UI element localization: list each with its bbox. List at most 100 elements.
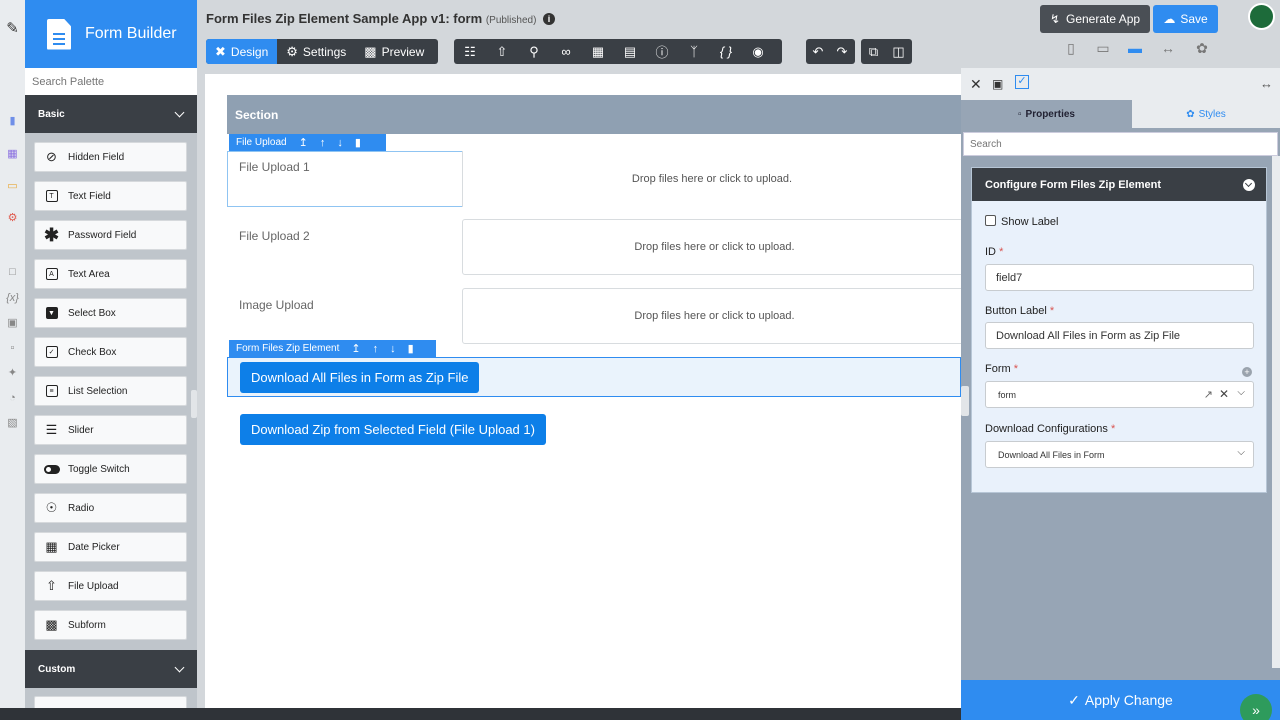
palette-item-radio[interactable]: ☉ Radio xyxy=(34,493,187,523)
generate-app-button[interactable]: ↯ Generate App xyxy=(1040,5,1150,33)
palette-item-select-box[interactable]: ▼ Select Box xyxy=(34,298,187,328)
tab-preview[interactable]: ▩ Preview xyxy=(355,39,433,64)
palette-item-check-box[interactable]: ✓ Check Box xyxy=(34,337,187,367)
dashboard-icon[interactable]: ◔ xyxy=(5,390,20,405)
palette-item-label: Radio xyxy=(68,502,95,514)
table-icon[interactable]: ▦ xyxy=(5,146,20,161)
monitor-icon[interactable]: ▭ xyxy=(5,178,20,193)
copy-icon[interactable]: ⧉ xyxy=(861,39,886,64)
undo-icon[interactable]: ↶ xyxy=(806,39,830,64)
variable-icon[interactable]: {x} xyxy=(5,290,20,305)
edit-icon[interactable]: ✎ xyxy=(5,20,20,37)
language-icon[interactable]: ▤ xyxy=(614,39,646,64)
palette-panel: Basic ⊘ Hidden Field T Text Field ✱ Passwor… xyxy=(25,95,197,720)
dropzone-file-upload-1[interactable]: Drop files here or click to upload. xyxy=(462,151,961,207)
tab-properties[interactable]: ▫ Properties xyxy=(961,100,1132,128)
tablet-view-icon[interactable]: ▭ xyxy=(1091,40,1115,57)
form-select[interactable]: form ↗ ✕ ⌵ xyxy=(985,381,1254,408)
button-label-input[interactable]: Download All Files in Form as Zip File xyxy=(985,322,1254,349)
download-config-select[interactable]: Download All Files in Form ⌵ xyxy=(985,441,1254,468)
palette-item-label: Subform xyxy=(68,619,106,631)
arrow-up-icon[interactable]: ↑ xyxy=(320,137,326,149)
flow-icon[interactable]: ⚙ xyxy=(5,210,20,225)
palette-color-icon[interactable]: ✿ xyxy=(1190,40,1214,57)
palette-category-custom[interactable]: Custom xyxy=(25,650,197,688)
move-up-icon[interactable]: ↥ xyxy=(351,342,360,355)
palette-collapse-handle[interactable] xyxy=(191,390,197,418)
grid-icon[interactable]: ▦ xyxy=(582,39,614,64)
dropzone-image-upload[interactable]: Drop files here or click to upload. xyxy=(462,288,967,344)
binoculars-icon[interactable]: ∞ xyxy=(550,39,582,64)
user-avatar[interactable] xyxy=(1248,3,1275,30)
palette-item-file-upload[interactable]: ⇧ File Upload xyxy=(34,571,187,601)
document-icon[interactable]: ▮ xyxy=(5,113,20,128)
note-icon[interactable]: □ xyxy=(5,264,20,279)
palette-item-slider[interactable]: ☰ Slider xyxy=(34,415,187,445)
phone-view-icon[interactable]: ▯ xyxy=(1059,40,1083,57)
palette-item-list-selection[interactable]: ≡ List Selection xyxy=(34,376,187,406)
tree-icon[interactable]: ☷ xyxy=(454,39,486,64)
palette-item-label: Password Field xyxy=(68,229,137,241)
eye-slash-icon: ⊘ xyxy=(46,149,57,164)
arrow-up-icon[interactable]: ↑ xyxy=(373,343,379,355)
plugin-icon[interactable]: ✦ xyxy=(5,365,20,380)
external-edit-icon[interactable]: ↗ xyxy=(1204,388,1213,401)
toggle-icon xyxy=(43,464,60,474)
branch-icon[interactable]: ᛉ xyxy=(678,39,710,64)
move-up-icon[interactable]: ↥ xyxy=(299,136,308,149)
apply-change-button[interactable]: ✓ Apply Change xyxy=(961,680,1280,720)
palette-category-basic[interactable]: Basic xyxy=(25,95,197,133)
button-label-value: Download All Files in Form as Zip File xyxy=(996,329,1181,342)
palette-item-date-picker[interactable]: ▦ Date Picker xyxy=(34,532,187,562)
expand-width-icon[interactable]: ↔ xyxy=(1156,40,1180,56)
section-header: Section xyxy=(227,95,961,134)
palette-item-password-field[interactable]: ✱ Password Field xyxy=(34,220,187,250)
check-square-icon[interactable]: ✓ xyxy=(1015,75,1029,89)
show-label-checkbox[interactable] xyxy=(985,215,996,226)
file-icon[interactable]: ▫ xyxy=(5,340,20,355)
close-icon[interactable]: ✕ xyxy=(970,76,982,93)
camera-icon[interactable]: ◉ xyxy=(742,39,774,64)
palette-item-hidden-field[interactable]: ⊘ Hidden Field xyxy=(34,142,187,172)
compress-icon[interactable]: ↔ xyxy=(1260,76,1273,91)
palette-item-text-field[interactable]: T Text Field xyxy=(34,181,187,211)
lock-icon[interactable]: ⚲ xyxy=(518,39,550,64)
subform-icon: ▩ xyxy=(45,617,58,632)
expand-fab-button[interactable]: » xyxy=(1240,694,1272,720)
dropzone-file-upload-2[interactable]: Drop files here or click to upload. xyxy=(462,219,967,275)
tab-styles[interactable]: ✿ Styles xyxy=(1132,100,1280,128)
palette-item-toggle-switch[interactable]: Toggle Switch xyxy=(34,454,187,484)
redo-icon[interactable]: ↷ xyxy=(830,39,854,64)
palette-item-subform[interactable]: ▩ Subform xyxy=(34,610,187,640)
tools-toolbar: ☷ ⇧ ⚲ ∞ ▦ ▤ ⓘ ᛉ { } ◉ xyxy=(454,39,782,64)
tab-settings[interactable]: ⚙ Settings xyxy=(277,39,355,64)
laptop-view-icon[interactable]: ▬ xyxy=(1123,40,1147,56)
arrow-down-icon[interactable]: ↓ xyxy=(337,137,343,149)
config-card-header[interactable]: Configure Form Files Zip Element xyxy=(972,168,1266,201)
tag-icon[interactable]: ▧ xyxy=(5,415,20,430)
palette-search-input[interactable] xyxy=(25,68,197,95)
save-button[interactable]: ☁ Save xyxy=(1153,5,1218,33)
properties-collapse-handle[interactable] xyxy=(961,386,969,416)
info-icon[interactable]: i xyxy=(543,13,556,25)
trash-icon[interactable]: ▮ xyxy=(408,342,414,355)
translate-icon[interactable]: ▣ xyxy=(5,315,20,330)
palette-item-text-area[interactable]: A Text Area xyxy=(34,259,187,289)
trash-icon[interactable]: ▮ xyxy=(355,136,361,149)
help-icon[interactable]: ⓘ xyxy=(646,39,678,64)
id-input[interactable]: field7 xyxy=(985,264,1254,291)
arrow-down-icon[interactable]: ↓ xyxy=(390,343,396,355)
download-all-zip-button[interactable]: Download All Files in Form as Zip File xyxy=(240,362,480,393)
chevron-down-icon[interactable]: ⌵ xyxy=(1237,387,1245,398)
upload-icon[interactable]: ⇧ xyxy=(486,39,518,64)
window-icon[interactable]: ▣ xyxy=(992,77,1003,91)
add-circle-icon[interactable]: + xyxy=(1242,367,1252,377)
properties-search-input[interactable] xyxy=(963,132,1278,156)
clear-icon[interactable]: ✕ xyxy=(1219,387,1229,401)
chevron-circle-down-icon[interactable] xyxy=(1243,178,1255,191)
json-icon[interactable]: { } xyxy=(710,39,742,64)
properties-scrollbar[interactable] xyxy=(1272,156,1280,668)
download-selected-zip-button[interactable]: Download Zip from Selected Field (File U… xyxy=(240,414,546,445)
paste-icon[interactable]: ◫ xyxy=(886,39,911,64)
tab-design[interactable]: ✖ Design xyxy=(206,39,278,64)
